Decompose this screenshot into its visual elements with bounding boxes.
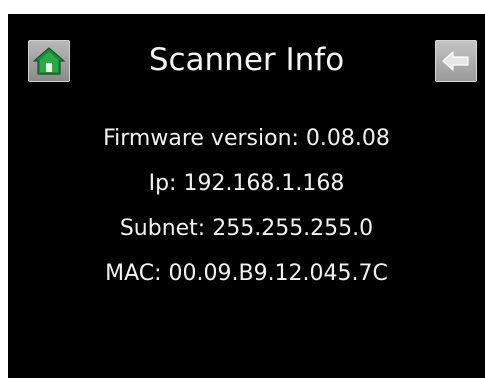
page-title: Scanner Info bbox=[148, 42, 345, 78]
subnet-text: Subnet: 255.255.255.0 bbox=[119, 216, 374, 241]
scanner-info-list: Firmware version: 0.08.08 Ip: 192.168.1.… bbox=[8, 116, 485, 296]
mac-address-text: MAC: 00.09.B9.12.045.7C bbox=[105, 261, 388, 286]
firmware-version-text: Firmware version: 0.08.08 bbox=[103, 126, 390, 151]
back-button[interactable] bbox=[435, 40, 477, 82]
ip-address-text: Ip: 192.168.1.168 bbox=[148, 171, 345, 196]
scanner-info-screen: Scanner Info Firmware version: 0.08.08 I… bbox=[8, 14, 485, 378]
back-arrow-icon bbox=[442, 51, 469, 71]
